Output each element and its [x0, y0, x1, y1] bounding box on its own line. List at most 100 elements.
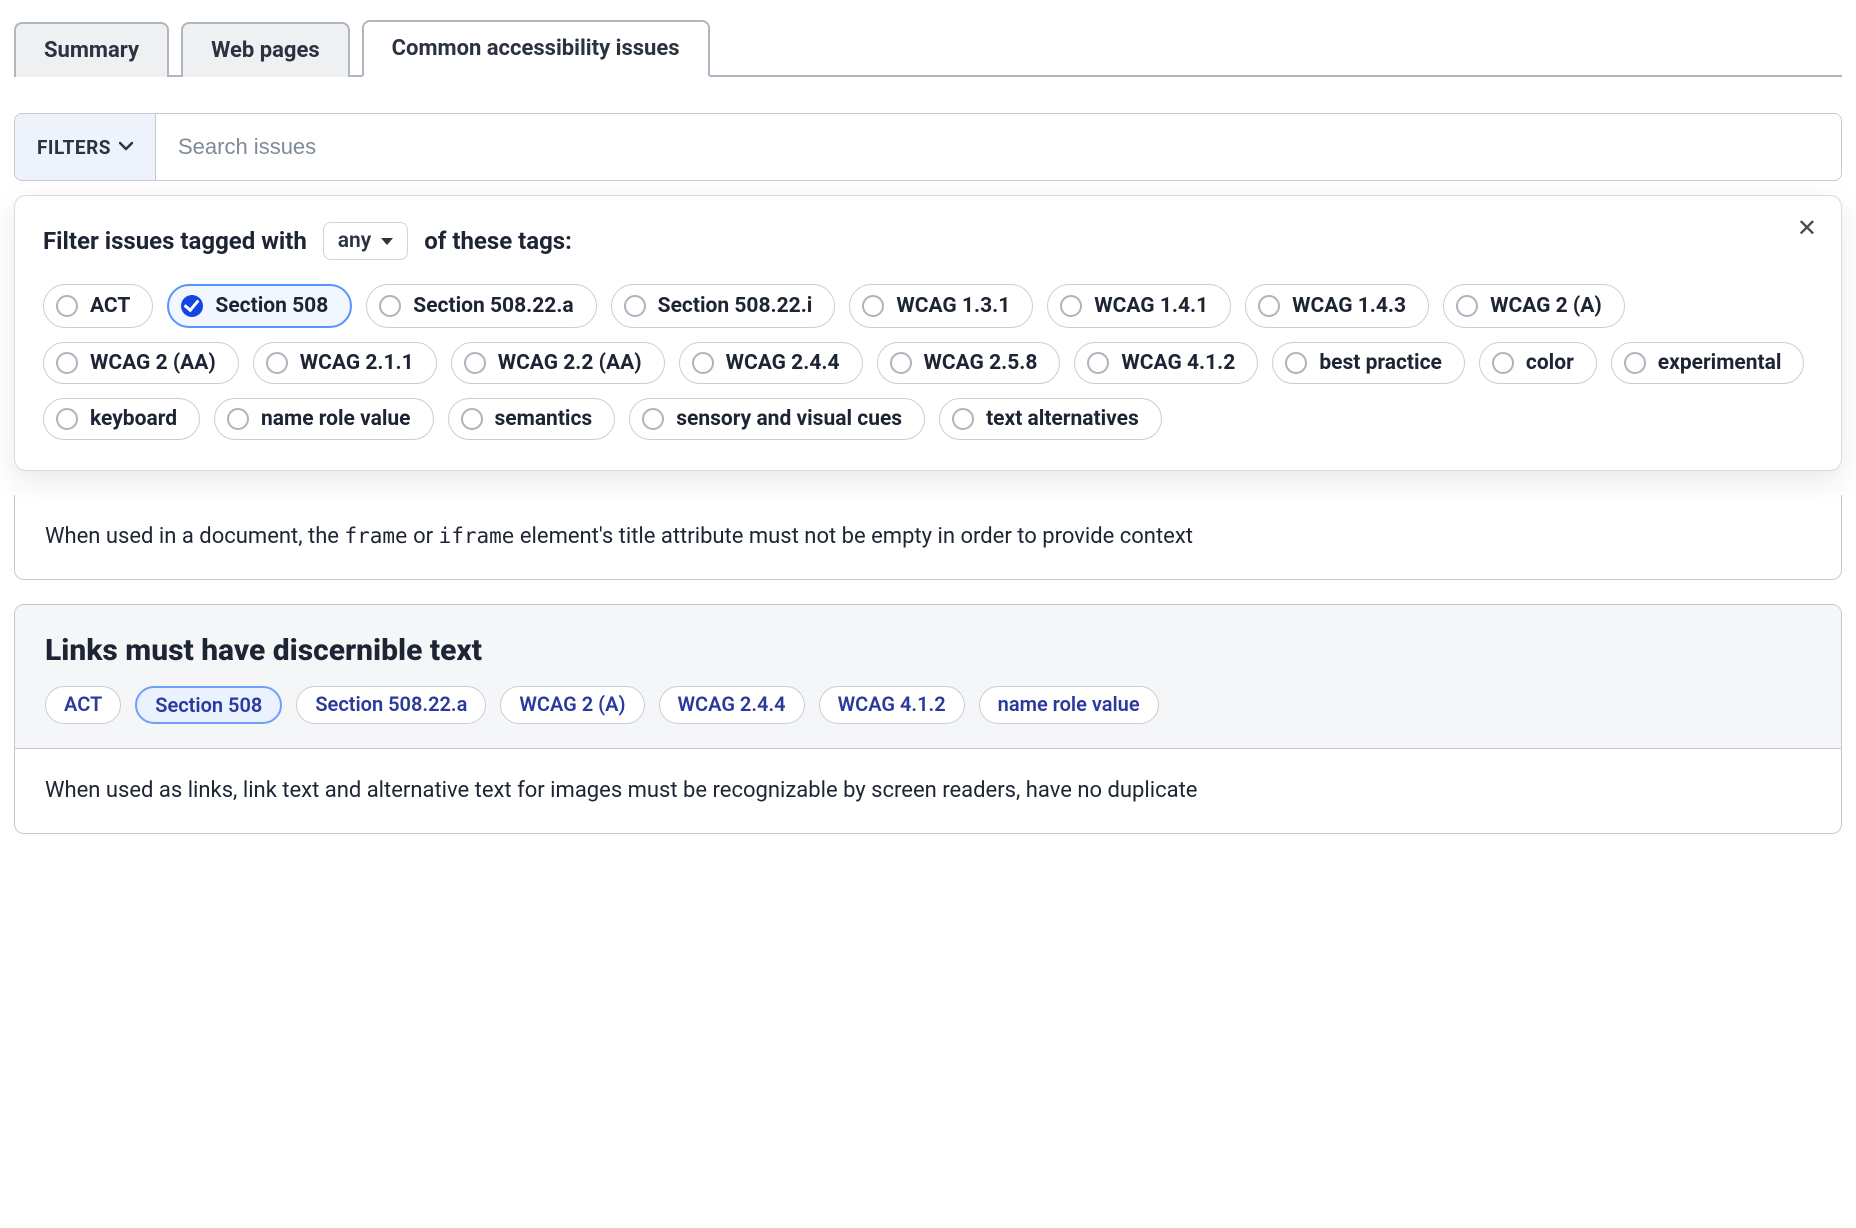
filter-tag-label: Section 508: [215, 294, 328, 318]
radio-icon: [56, 295, 78, 317]
filter-tag-section-508-22-i[interactable]: Section 508.22.i: [611, 284, 836, 328]
filter-tag-label: WCAG 2.4.4: [726, 351, 840, 375]
check-circle-icon: [181, 295, 203, 317]
filter-tag-section-508[interactable]: Section 508: [167, 284, 352, 328]
radio-icon: [862, 295, 884, 317]
radio-icon: [56, 352, 78, 374]
radio-icon: [642, 408, 664, 430]
filter-tag-wcag-2-4-4[interactable]: WCAG 2.4.4: [679, 342, 863, 384]
search-input[interactable]: [156, 114, 1841, 180]
filter-tag-label: color: [1526, 351, 1574, 375]
radio-icon: [1060, 295, 1082, 317]
radio-icon: [692, 352, 714, 374]
filter-tag-label: WCAG 2.1.1: [300, 351, 414, 375]
issue-tag-wcag-2-a-[interactable]: WCAG 2 (A): [500, 686, 644, 724]
filters-button-label: FILTERS: [37, 136, 111, 159]
issue-card: When used in a document, the frame or if…: [14, 495, 1842, 580]
filter-tag-label: text alternatives: [986, 407, 1139, 431]
issue-description: When used as links, link text and altern…: [15, 749, 1841, 833]
filter-tag-label: best practice: [1319, 351, 1442, 375]
radio-icon: [1285, 352, 1307, 374]
tab-common-accessibility-issues[interactable]: Common accessibility issues: [362, 20, 710, 77]
issue-tag-wcag-2-4-4[interactable]: WCAG 2.4.4: [659, 686, 805, 724]
filter-tag-wcag-1-4-3[interactable]: WCAG 1.4.3: [1245, 284, 1429, 328]
filter-tag-list: ACT Section 508 Section 508.22.a Section 50…: [43, 284, 1813, 440]
filter-tag-semantics[interactable]: semantics: [448, 398, 616, 440]
radio-icon: [56, 408, 78, 430]
filter-panel: ✕ Filter issues tagged with any of these…: [14, 195, 1842, 471]
filter-tag-experimental[interactable]: experimental: [1611, 342, 1805, 384]
filter-tag-wcag-2-aa-[interactable]: WCAG 2 (AA): [43, 342, 239, 384]
issue-tag-name-role-value[interactable]: name role value: [979, 686, 1159, 724]
radio-icon: [1624, 352, 1646, 374]
issue-tag-list: ACT Section 508 Section 508.22.a WCAG 2 (A)…: [45, 686, 1811, 724]
filter-bar: FILTERS: [14, 113, 1842, 181]
tab-summary[interactable]: Summary: [14, 22, 169, 77]
filter-tag-label: WCAG 4.1.2: [1121, 351, 1235, 375]
filter-mode-dropdown[interactable]: any: [323, 222, 408, 260]
filter-tag-sensory-and-visual-cues[interactable]: sensory and visual cues: [629, 398, 925, 440]
filter-tag-label: WCAG 1.4.3: [1292, 294, 1406, 318]
close-icon[interactable]: ✕: [1797, 216, 1817, 240]
code-token: frame: [344, 524, 407, 548]
filter-tag-wcag-2-a-[interactable]: WCAG 2 (A): [1443, 284, 1625, 328]
filter-tag-label: experimental: [1658, 351, 1782, 375]
filters-button[interactable]: FILTERS: [15, 114, 156, 180]
filter-panel-header: Filter issues tagged with any of these t…: [43, 222, 1813, 260]
radio-icon: [1492, 352, 1514, 374]
tabs: SummaryWeb pagesCommon accessibility iss…: [14, 18, 1842, 77]
tab-web-pages[interactable]: Web pages: [181, 22, 350, 77]
filter-tag-color[interactable]: color: [1479, 342, 1597, 384]
radio-icon: [227, 408, 249, 430]
filter-tag-wcag-4-1-2[interactable]: WCAG 4.1.2: [1074, 342, 1258, 384]
radio-icon: [461, 408, 483, 430]
filter-tag-label: WCAG 2 (AA): [90, 351, 216, 375]
filter-tag-label: WCAG 2 (A): [1490, 294, 1602, 318]
issue-tag-section-508[interactable]: Section 508: [135, 686, 282, 724]
filter-tag-wcag-1-3-1[interactable]: WCAG 1.3.1: [849, 284, 1033, 328]
filter-tag-wcag-2-2-aa-[interactable]: WCAG 2.2 (AA): [451, 342, 665, 384]
issue-header: Links must have discernible text ACT Secti…: [15, 605, 1841, 749]
radio-icon: [266, 352, 288, 374]
issue-tag-section-508-22-a[interactable]: Section 508.22.a: [296, 686, 486, 724]
radio-icon: [1456, 295, 1478, 317]
filter-mode-label: any: [338, 229, 371, 253]
issue-tag-wcag-4-1-2[interactable]: WCAG 4.1.2: [819, 686, 965, 724]
chevron-down-icon: [119, 139, 133, 155]
issue-card: Links must have discernible text ACT Secti…: [14, 604, 1842, 834]
filter-tag-label: keyboard: [90, 407, 177, 431]
issue-tag-act[interactable]: ACT: [45, 686, 121, 724]
filter-tag-label: semantics: [495, 407, 593, 431]
filter-tag-label: Section 508.22.i: [658, 294, 813, 318]
filter-tag-label: Section 508.22.a: [413, 294, 573, 318]
filter-tag-label: name role value: [261, 407, 410, 431]
filter-tag-label: WCAG 1.3.1: [896, 294, 1010, 318]
filter-tag-keyboard[interactable]: keyboard: [43, 398, 200, 440]
radio-icon: [1087, 352, 1109, 374]
filter-tag-text-alternatives[interactable]: text alternatives: [939, 398, 1162, 440]
filter-tag-wcag-2-5-8[interactable]: WCAG 2.5.8: [877, 342, 1061, 384]
radio-icon: [624, 295, 646, 317]
radio-icon: [890, 352, 912, 374]
radio-icon: [379, 295, 401, 317]
filter-tag-label: WCAG 2.2 (AA): [498, 351, 642, 375]
filter-tag-best-practice[interactable]: best practice: [1272, 342, 1465, 384]
radio-icon: [1258, 295, 1280, 317]
code-token: iframe: [439, 524, 515, 548]
issue-description: When used in a document, the frame or if…: [15, 495, 1841, 579]
filter-tag-section-508-22-a[interactable]: Section 508.22.a: [366, 284, 596, 328]
radio-icon: [952, 408, 974, 430]
filter-tag-label: WCAG 2.5.8: [924, 351, 1038, 375]
filter-tag-label: sensory and visual cues: [676, 407, 902, 431]
issue-title: Links must have discernible text: [45, 633, 1811, 668]
filter-suffix: of these tags:: [424, 227, 572, 255]
caret-down-icon: [381, 238, 393, 245]
filter-prefix: Filter issues tagged with: [43, 227, 307, 255]
filter-tag-name-role-value[interactable]: name role value: [214, 398, 433, 440]
filter-tag-wcag-2-1-1[interactable]: WCAG 2.1.1: [253, 342, 437, 384]
filter-tag-label: WCAG 1.4.1: [1094, 294, 1208, 318]
filter-tag-label: ACT: [90, 294, 130, 318]
filter-tag-act[interactable]: ACT: [43, 284, 153, 328]
radio-icon: [464, 352, 486, 374]
filter-tag-wcag-1-4-1[interactable]: WCAG 1.4.1: [1047, 284, 1231, 328]
